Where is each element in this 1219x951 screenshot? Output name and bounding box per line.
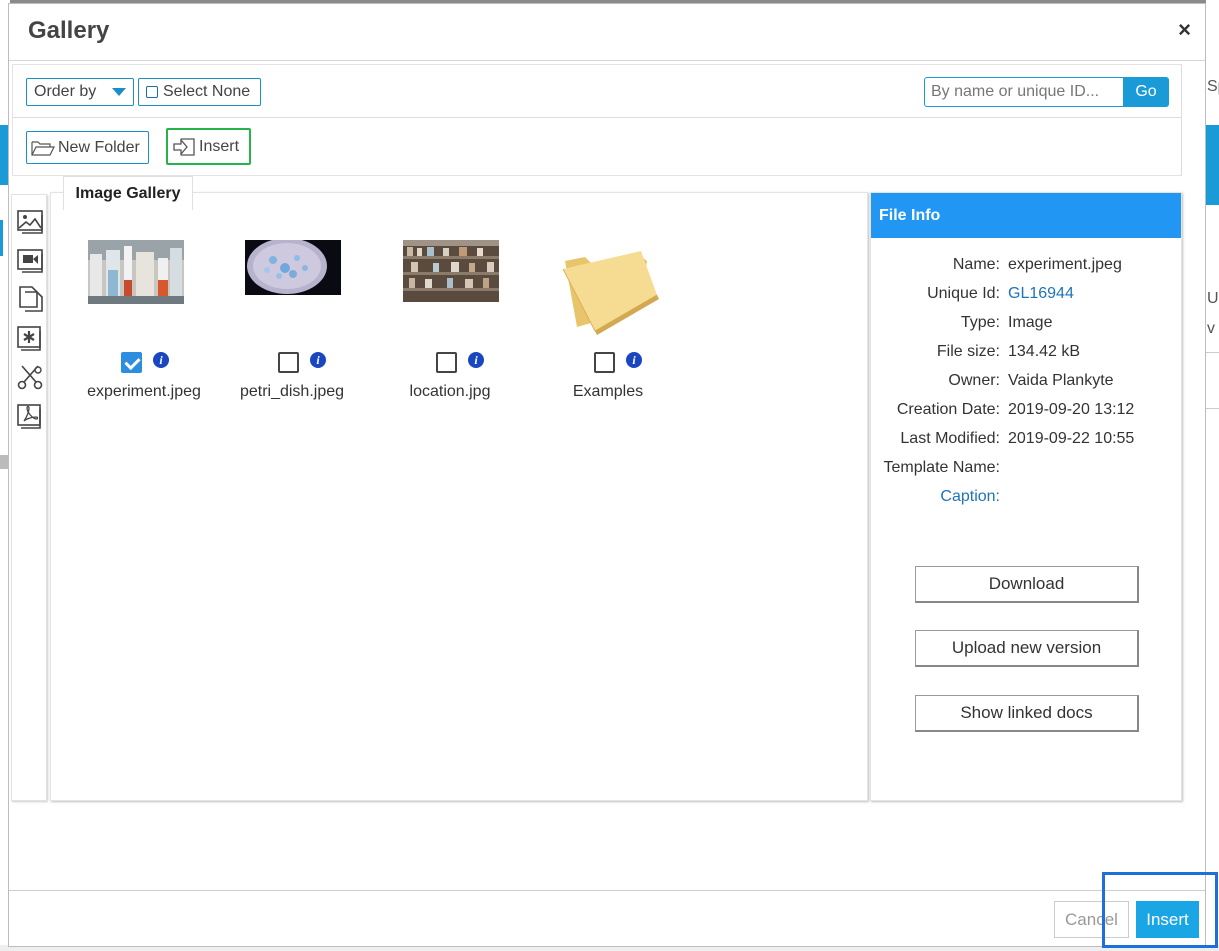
caret-down-icon [112, 88, 126, 96]
search-input[interactable] [924, 77, 1124, 107]
file-info-key: Creation Date: [896, 401, 1000, 418]
unique-id-link[interactable]: GL16944 [1008, 285, 1074, 303]
search-box: Go [924, 77, 1169, 107]
dialog-title: Gallery [28, 17, 110, 44]
insert-button[interactable]: Insert [1136, 901, 1199, 938]
cancel-button[interactable]: Cancel [1054, 901, 1129, 938]
insert-label: Insert [199, 137, 240, 155]
select-checkbox[interactable] [594, 352, 615, 373]
select-checkbox[interactable] [436, 352, 457, 373]
tab-image-gallery[interactable]: Image Gallery [63, 176, 193, 210]
background-text: v [1207, 320, 1215, 337]
insert-icon [173, 137, 195, 156]
background-divider [1206, 352, 1219, 353]
file-info-header: File Info [871, 193, 1181, 238]
background-blue-bar [1206, 125, 1219, 205]
file-info-value: 2019-09-22 10:55 [1008, 430, 1135, 447]
file-info-value: 2019-09-20 13:12 [1008, 401, 1135, 418]
gallery-toolbar: Order by Select None Go New Folder [12, 64, 1182, 176]
file-info-key: Template Name: [883, 459, 1001, 476]
file-info-key: Type: [960, 314, 1000, 331]
petri-dish-thumbnail[interactable] [245, 240, 341, 295]
go-button[interactable]: Go [1123, 77, 1169, 107]
pdf-icon[interactable] [16, 402, 44, 430]
new-folder-button[interactable]: New Folder [26, 131, 149, 164]
upload-new-version-button[interactable]: Upload new version [915, 630, 1139, 667]
file-info-row: Template Name: [871, 459, 1181, 481]
select-none-button[interactable]: Select None [138, 78, 261, 106]
file-info-key: Owner: [948, 372, 1000, 389]
background-marker [0, 220, 3, 256]
chemistry-icon[interactable] [16, 324, 44, 352]
info-icon[interactable]: i [153, 352, 169, 368]
background-text: Sp [1207, 78, 1219, 95]
lab-photo-thumbnail[interactable] [88, 240, 184, 304]
file-info-key: Last Modified: [900, 430, 1000, 447]
show-linked-docs-button[interactable]: Show linked docs [915, 695, 1139, 732]
shelves-photo-thumbnail[interactable] [403, 240, 499, 302]
file-info-row: Caption: [871, 488, 1181, 510]
order-by-dropdown[interactable]: Order by [26, 78, 134, 106]
select-none-label: Select None [163, 83, 251, 100]
file-info-value: Vaida Plankyte [1008, 372, 1114, 389]
documents-icon[interactable] [16, 285, 44, 313]
file-info-row: Unique Id: GL16944 [871, 285, 1181, 307]
item-label: experiment.jpeg [87, 383, 201, 400]
gallery-item[interactable]: i Examples [533, 193, 683, 413]
gallery-item[interactable]: i experiment.jpeg [60, 193, 210, 413]
background-app-right: Sp U v [1206, 0, 1219, 951]
select-checkbox[interactable] [121, 352, 142, 373]
item-label: petri_dish.jpeg [239, 383, 345, 400]
snippets-icon[interactable] [16, 363, 44, 391]
insert-button-toolbar[interactable]: Insert [166, 128, 251, 165]
gallery-grid: i experiment.jpeg i petri_dish.jpeg i lo… [50, 192, 868, 801]
order-by-label: Order by [34, 83, 97, 100]
file-info-key: Name: [952, 256, 1000, 273]
file-info-row: Type: Image [871, 314, 1181, 336]
info-icon[interactable]: i [468, 352, 484, 368]
file-info-row: Creation Date: 2019-09-20 13:12 [871, 401, 1181, 423]
file-info-row: Last Modified: 2019-09-22 10:55 [871, 430, 1181, 452]
file-info-key: File size: [936, 343, 1000, 360]
file-info-value: Image [1008, 314, 1053, 331]
gallery-type-toolbar [11, 194, 47, 801]
item-label: Examples [572, 383, 644, 400]
file-info-key: Unique Id: [927, 285, 1000, 302]
folder-icon[interactable] [559, 239, 659, 339]
video-gallery-icon[interactable] [16, 246, 44, 274]
select-checkbox[interactable] [278, 352, 299, 373]
toolbar-divider [13, 117, 1181, 118]
checkbox-icon [146, 86, 158, 98]
image-gallery-icon[interactable] [16, 207, 44, 235]
background-text: U [1207, 290, 1219, 307]
item-label: location.jpg [409, 383, 491, 400]
download-button[interactable]: Download [915, 566, 1139, 603]
gallery-dialog: Gallery × Order by Select None Go New Fo… [8, 3, 1206, 947]
file-info-row: Name: experiment.jpeg [871, 256, 1181, 278]
new-folder-label: New Folder [58, 138, 140, 156]
file-info-row: Owner: Vaida Plankyte [871, 372, 1181, 394]
gallery-item[interactable]: i petri_dish.jpeg [217, 193, 367, 413]
dialog-footer-divider [9, 890, 1205, 891]
background-divider [1206, 408, 1219, 409]
file-info-value: experiment.jpeg [1008, 256, 1122, 273]
file-info-panel: File Info Name: experiment.jpeg Unique I… [870, 192, 1182, 801]
file-info-row: File size: 134.42 kB [871, 343, 1181, 365]
folder-open-icon [31, 140, 55, 156]
close-button[interactable]: × [1178, 19, 1191, 41]
file-info-value: 134.42 kB [1008, 343, 1081, 360]
gallery-item[interactable]: i location.jpg [375, 193, 525, 413]
info-icon[interactable]: i [626, 352, 642, 368]
info-icon[interactable]: i [310, 352, 326, 368]
dialog-title-bar: Gallery × [9, 4, 1205, 61]
caption-link[interactable]: Caption: [940, 488, 1000, 506]
